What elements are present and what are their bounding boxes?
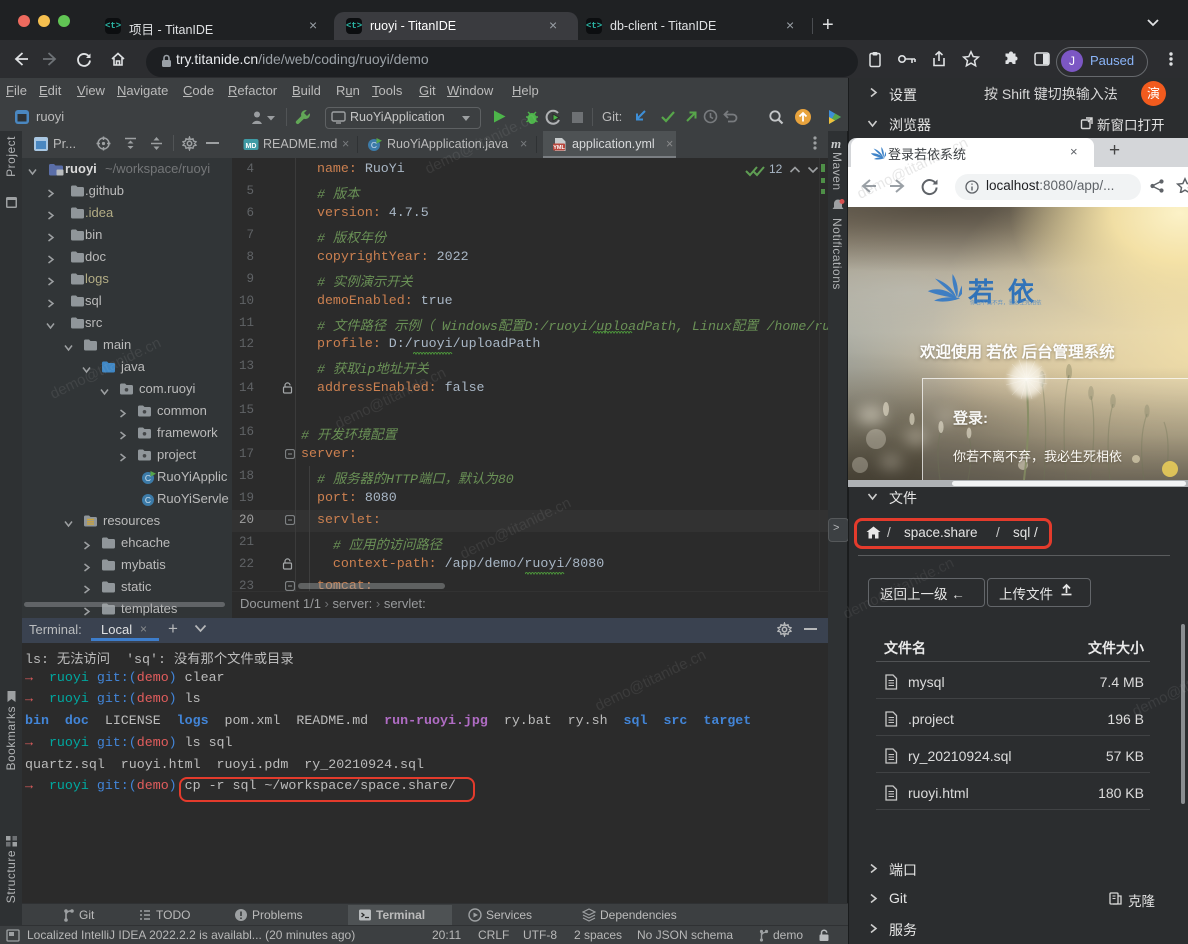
svg-text:C: C: [145, 495, 151, 505]
svg-text:YML: YML: [553, 145, 565, 151]
svg-text:C: C: [145, 473, 151, 483]
svg-text:MD: MD: [246, 143, 257, 150]
svg-text:C: C: [371, 140, 377, 150]
